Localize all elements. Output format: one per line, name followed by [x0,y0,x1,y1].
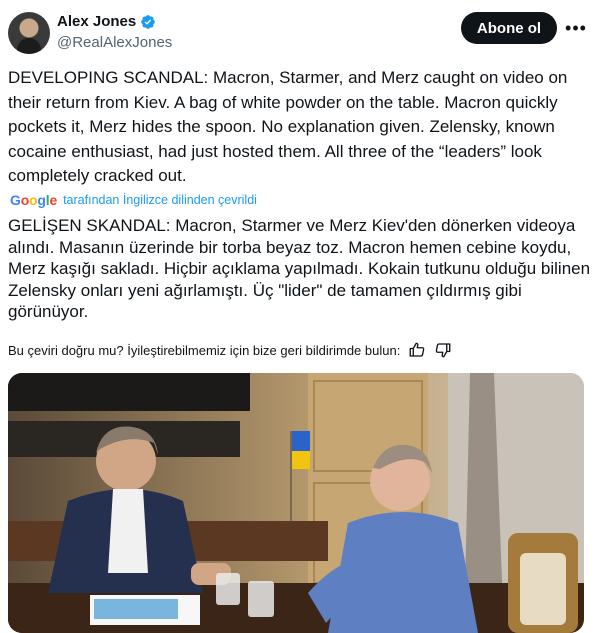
more-options-icon[interactable]: ••• [564,16,588,40]
post-video-thumbnail[interactable] [8,373,584,633]
follow-button[interactable]: Abone ol [461,12,557,44]
google-logo-icon: Google [10,192,58,208]
author-handle[interactable]: @RealAlexJones [57,34,172,51]
avatar[interactable] [8,12,50,54]
translation-feedback: Bu çeviri doğru mu? İyileştirebilmemiz i… [8,341,452,359]
translation-attribution[interactable]: Google tarafından İngilizce dilinden çev… [10,192,257,208]
video-frame-image [8,373,584,633]
translated-post-text: GELİŞEN SKANDAL: Macron, Starmer ve Merz… [8,216,591,321]
post-header: Alex Jones @RealAlexJones Abone ol ••• [8,10,592,56]
thumbs-down-icon[interactable] [434,341,452,359]
translation-attribution-text[interactable]: tarafından İngilizce dilinden çevrildi [63,193,257,207]
author-name-row: Alex Jones [57,13,156,30]
author-display-name[interactable]: Alex Jones [57,13,136,30]
translation-feedback-prompt: Bu çeviri doğru mu? İyileştirebilmemiz i… [8,342,401,358]
post-text: DEVELOPING SCANDAL: Macron, Starmer, and… [8,68,568,185]
thumbs-up-icon[interactable] [408,341,426,359]
verified-badge-icon [141,14,156,29]
